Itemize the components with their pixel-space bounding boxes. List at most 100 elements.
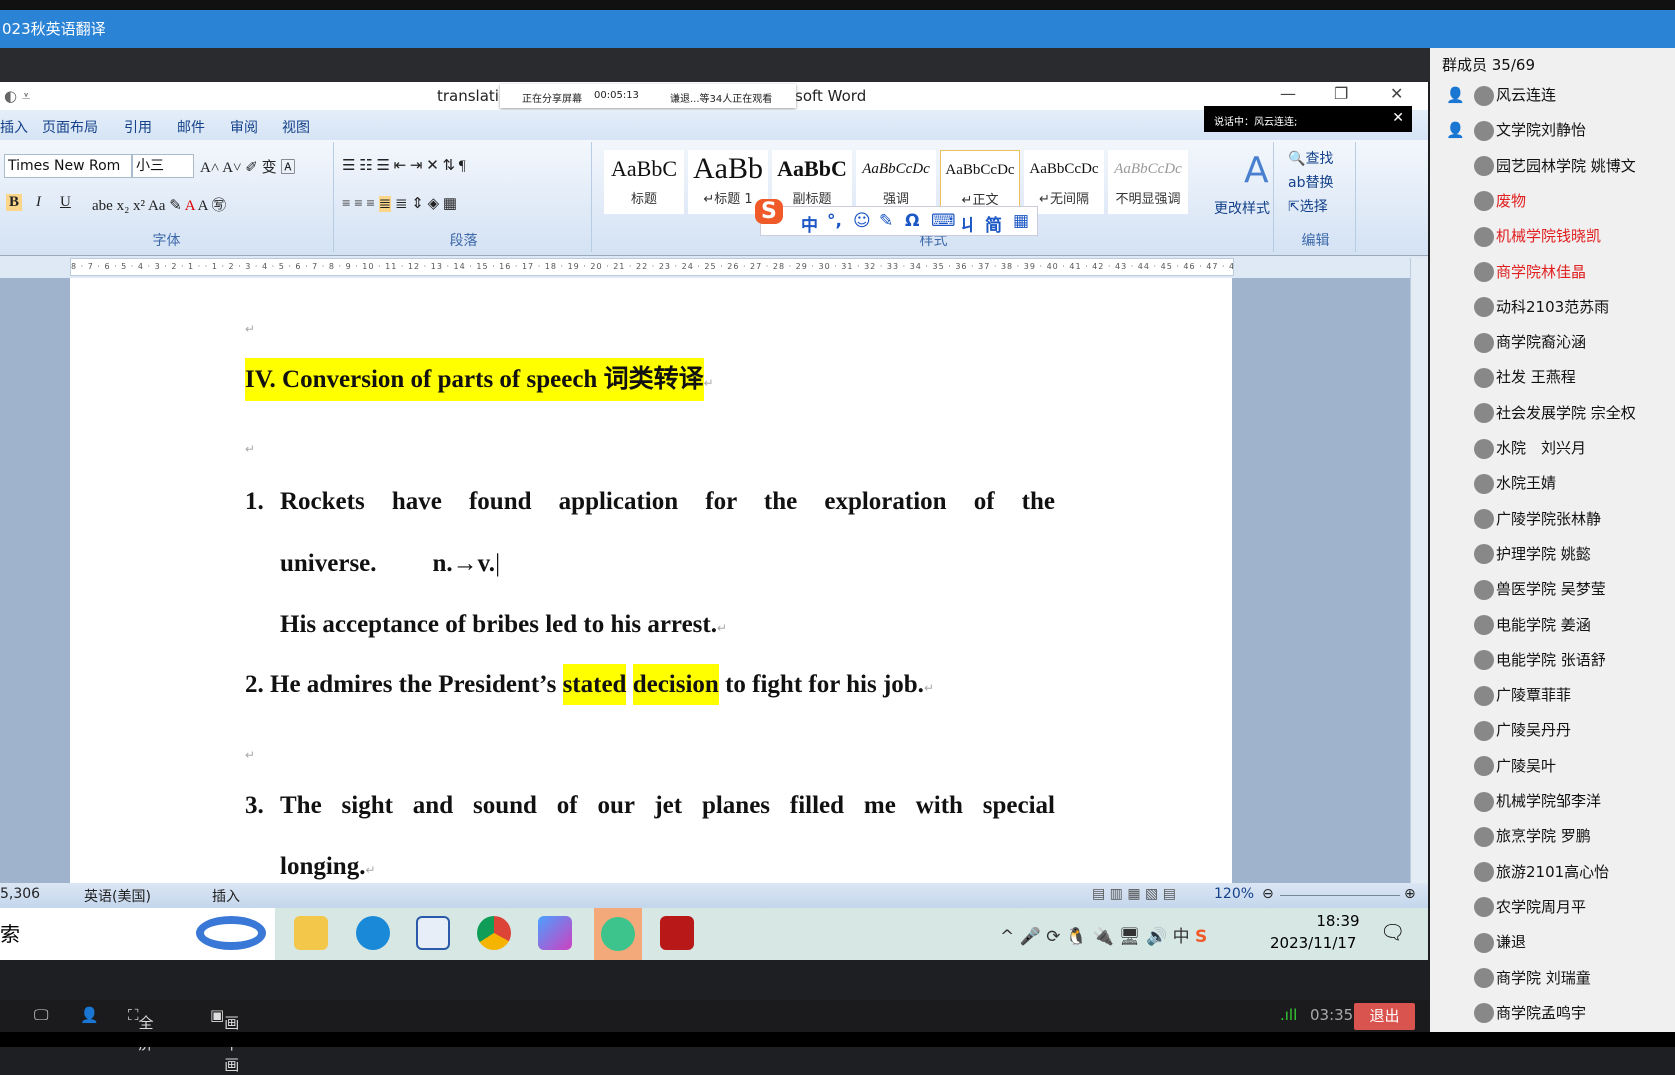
style-subtitle[interactable]: AaBbC 副标题 <box>772 150 852 214</box>
member-name: 商学院裔沁涵 <box>1496 333 1587 352</box>
tab-review[interactable]: 审阅 <box>230 117 258 137</box>
member-item[interactable]: 谦退 <box>1474 927 1526 957</box>
clock-date[interactable]: 2023/11/17 <box>1270 934 1356 952</box>
zoom-out-icon[interactable]: ⊖ <box>1262 886 1274 902</box>
zoom-in-icon[interactable]: ⊕ <box>1404 886 1416 902</box>
toolbox-icon[interactable]: ▦ <box>1013 211 1029 231</box>
crop-icon[interactable]: ㄐ <box>959 211 976 236</box>
style-title[interactable]: AaBbC 标题 <box>604 150 684 214</box>
file-explorer-icon[interactable] <box>294 916 328 950</box>
member-item[interactable]: 广陵覃菲菲 <box>1474 680 1571 710</box>
style-emphasis[interactable]: AaBbCcDc 强调 <box>856 150 936 214</box>
handwriting-icon[interactable]: ✎ <box>879 211 893 231</box>
assistant-icon[interactable] <box>196 916 266 950</box>
tab-references[interactable]: 引用 <box>124 117 152 137</box>
find-button[interactable]: 🔍查找 <box>1288 148 1333 168</box>
clock-time[interactable]: 18:39 <box>1298 912 1378 930</box>
member-item[interactable]: 机械学院钱晓凯 <box>1474 221 1601 251</box>
member-item[interactable]: 广陵吴叶 <box>1474 751 1556 781</box>
style-normal[interactable]: AaBbCcDc ↵正文 <box>940 150 1020 214</box>
member-item[interactable]: 社发 王燕程 <box>1474 362 1576 392</box>
simplified-icon[interactable]: 简 <box>985 211 1002 236</box>
vertical-scrollbar[interactable] <box>1410 258 1428 883</box>
chrome-icon[interactable] <box>477 916 511 950</box>
member-item[interactable]: 电能学院 姜涵 <box>1474 610 1591 640</box>
style-no-spacing[interactable]: AaBbCcDc ↵无间隔 <box>1024 150 1104 214</box>
member-item[interactable]: 商学院孟鸣宇 <box>1474 998 1586 1028</box>
symbol-icon[interactable]: Ω <box>905 211 919 231</box>
horizontal-ruler[interactable]: 8 · 7 · 6 · 5 · 4 · 3 · 2 · 1 · · 1 · 2 … <box>70 258 1234 276</box>
font-format-icons[interactable]: abe x₂ x² Aa ✎ A A ㊢ <box>92 194 226 215</box>
edge-icon[interactable] <box>356 916 390 950</box>
select-button[interactable]: ⇱选择 <box>1288 196 1328 216</box>
member-item[interactable]: 旅烹学院 罗鹏 <box>1474 821 1591 851</box>
member-item[interactable]: 旅游2101高心怡 <box>1474 857 1609 887</box>
ime-chinese-toggle[interactable]: 中 <box>801 211 818 236</box>
word-count[interactable]: 5,306 <box>0 886 40 902</box>
grow-font-icon[interactable]: A˄ A˅ ✐ 变 🄰 <box>200 156 295 177</box>
editing-group: 🔍查找 ab替换 ⇱选择 编辑 <box>1276 142 1356 252</box>
font-group: Times New Rom 小三 A˄ A˅ ✐ 变 🄰 B I U abe x… <box>0 142 334 252</box>
font-size-select[interactable]: 小三 <box>132 154 194 178</box>
exit-button[interactable]: 退出 <box>1354 1003 1415 1030</box>
app-icon[interactable] <box>538 916 572 950</box>
member-item[interactable]: 农学院周月平 <box>1474 892 1586 922</box>
font-name-select[interactable]: Times New Rom <box>4 154 132 178</box>
member-item[interactable]: 社会发展学院 宗全权 <box>1474 398 1636 428</box>
presenter-icon[interactable]: 👤 <box>80 1006 99 1024</box>
pip-button[interactable]: ▣ 画中画 <box>210 1006 239 1074</box>
change-styles-icon[interactable]: A <box>1244 150 1269 191</box>
member-name: 商学院 刘瑞童 <box>1496 968 1591 987</box>
member-item[interactable]: 广陵吴丹丹 <box>1474 715 1571 745</box>
active-app-icon[interactable] <box>594 908 642 960</box>
system-tray-icons[interactable]: ^ 🎤 ⟳ 🐧 🔌 🖥 🔊 中 S <box>1000 922 1207 947</box>
word-icon[interactable] <box>416 916 450 950</box>
tab-insert[interactable]: 插入 <box>0 117 28 137</box>
member-item[interactable]: 机械学院邹李洋 <box>1474 786 1601 816</box>
fullscreen-button[interactable]: ⛶ 全屏 <box>128 1006 154 1053</box>
member-item[interactable]: 园艺园林学院 姚博文 <box>1474 151 1636 181</box>
ime-punctuation-icon[interactable]: °, <box>827 211 842 231</box>
member-item[interactable]: 水院 刘兴月 <box>1474 433 1586 463</box>
emoji-icon[interactable]: ☺ <box>853 211 871 231</box>
underline-button[interactable]: U <box>60 194 71 211</box>
style-subtle-emphasis[interactable]: AaBbCcDc 不明显强调 <box>1108 150 1188 214</box>
language-indicator[interactable]: 英语(美国) <box>84 886 151 906</box>
member-item[interactable]: 兽医学院 吴梦莹 <box>1474 574 1606 604</box>
italic-button[interactable]: I <box>36 194 41 211</box>
insert-mode[interactable]: 插入 <box>212 886 240 906</box>
close-icon[interactable]: ✕ <box>1392 110 1404 126</box>
zoom-level[interactable]: 120% <box>1214 886 1254 902</box>
member-item[interactable]: 商学院 刘瑞童 <box>1474 963 1591 993</box>
member-item[interactable]: 👤 风云连连 <box>1446 80 1556 110</box>
acrobat-icon[interactable] <box>660 916 694 950</box>
keyboard-icon[interactable]: ⌨ <box>931 211 956 231</box>
view-mode-icons[interactable]: ▤ ▥ ▦ ▧ ▤ <box>1092 886 1176 902</box>
replace-button[interactable]: ab替换 <box>1288 172 1333 192</box>
member-item[interactable]: 广陵学院张林静 <box>1474 504 1601 534</box>
quick-access-icon[interactable]: ◐ ⩡ <box>4 87 30 105</box>
sogou-logo-icon[interactable]: S <box>755 199 783 224</box>
list-icons[interactable]: ☰ ☷ ☰ ⇤ ⇥ ✕ ⇅ ¶ <box>342 156 466 175</box>
change-styles-button[interactable]: 更改样式 <box>1214 198 1270 218</box>
zoom-slider[interactable] <box>1280 895 1400 896</box>
close-button[interactable]: ✕ <box>1390 84 1403 103</box>
restore-button[interactable]: ❐ <box>1334 84 1348 103</box>
member-item[interactable]: 商学院林佳晶 <box>1474 257 1586 287</box>
bold-button[interactable]: B <box>6 194 23 211</box>
notification-icon[interactable]: 🗨 <box>1380 920 1405 944</box>
member-item[interactable]: 护理学院 姚懿 <box>1474 539 1591 569</box>
align-icons[interactable]: ≡ ≡ ≡ ≣ ≣ ⇕ ◈ ▦ <box>342 194 457 213</box>
minimize-button[interactable]: — <box>1280 84 1296 103</box>
member-item[interactable]: 废物 <box>1474 186 1526 216</box>
document-page[interactable]: ↵ IV. Conversion of parts of speech 词类转译… <box>70 278 1232 883</box>
tab-mailings[interactable]: 邮件 <box>177 117 205 137</box>
tab-page-layout[interactable]: 页面布局 <box>42 117 98 137</box>
member-item[interactable]: 水院王婧 <box>1474 468 1556 498</box>
member-item[interactable]: 动科2103范苏雨 <box>1474 292 1609 322</box>
share-screen-icon[interactable]: 🖵 <box>34 1006 48 1024</box>
member-item[interactable]: 商学院裔沁涵 <box>1474 327 1586 357</box>
member-item[interactable]: 电能学院 张语舒 <box>1474 645 1606 675</box>
tab-view[interactable]: 视图 <box>282 117 310 137</box>
member-item[interactable]: 👤 文学院刘静怡 <box>1446 115 1586 145</box>
